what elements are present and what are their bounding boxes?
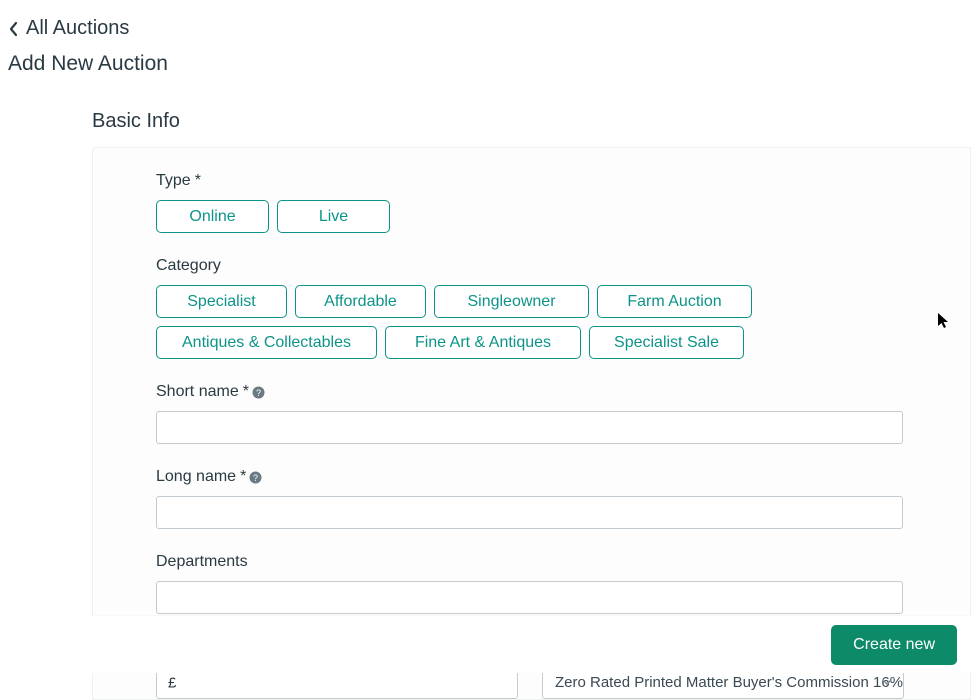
create-new-button[interactable]: Create new [831,625,957,665]
category-option-antiques-collectables[interactable]: Antiques & Collectables [156,326,377,359]
svg-text:?: ? [253,473,258,483]
help-icon[interactable]: ? [249,471,262,484]
category-option-farm-auction[interactable]: Farm Auction [597,285,752,318]
departments-label: Departments [156,553,970,571]
category-label: Category [156,257,970,275]
back-link[interactable]: All Auctions [8,17,963,40]
category-option-specialist-sale[interactable]: Specialist Sale [589,326,744,359]
svg-text:?: ? [256,388,261,398]
back-link-label: All Auctions [26,17,129,40]
type-label: Type * [156,172,970,190]
help-icon[interactable]: ? [252,386,265,399]
chevron-left-icon [8,21,20,37]
short-name-label: Short name * ? [156,383,970,401]
category-option-specialist[interactable]: Specialist [156,285,287,318]
short-name-input[interactable] [156,411,903,444]
section-title: Basic Info [92,110,971,133]
required-mark: * [195,172,201,190]
category-options: Specialist Affordable Singleowner Farm A… [156,285,916,359]
required-mark: * [240,468,246,486]
footer-bar: Create new [92,616,971,673]
category-option-fine-art-antiques[interactable]: Fine Art & Antiques [385,326,581,359]
page-title: Add New Auction [8,52,963,76]
type-option-online[interactable]: Online [156,200,269,233]
type-option-live[interactable]: Live [277,200,390,233]
type-options: Online Live [156,200,970,233]
long-name-input[interactable] [156,496,903,529]
departments-input[interactable] [156,581,903,614]
long-name-label: Long name * ? [156,468,970,486]
required-mark: * [243,383,249,401]
currency-symbol: £ [168,674,176,691]
category-option-affordable[interactable]: Affordable [295,285,426,318]
category-option-singleowner[interactable]: Singleowner [434,285,589,318]
